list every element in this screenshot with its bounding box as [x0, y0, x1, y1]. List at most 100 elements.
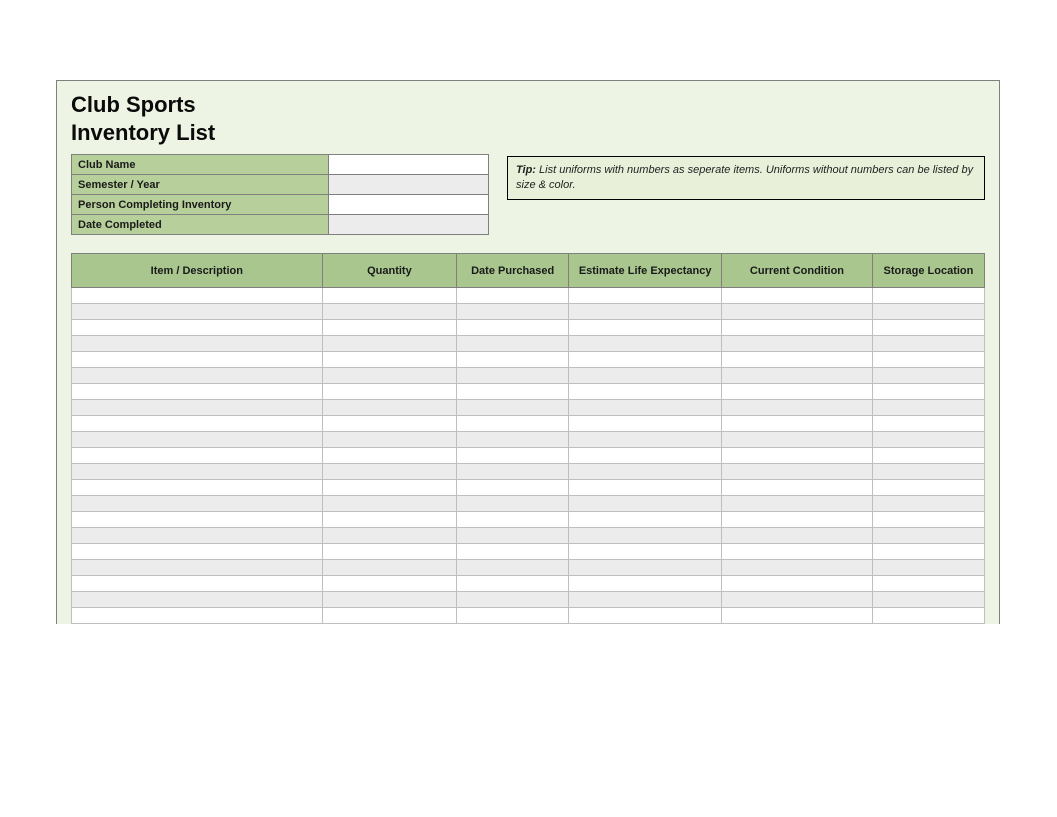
table-cell[interactable] [457, 288, 569, 304]
table-cell[interactable] [872, 432, 984, 448]
table-cell[interactable] [322, 480, 457, 496]
table-cell[interactable] [457, 528, 569, 544]
table-cell[interactable] [722, 464, 873, 480]
table-cell[interactable] [72, 288, 323, 304]
table-cell[interactable] [322, 400, 457, 416]
table-cell[interactable] [322, 576, 457, 592]
table-cell[interactable] [569, 480, 722, 496]
table-cell[interactable] [569, 496, 722, 512]
table-cell[interactable] [322, 464, 457, 480]
table-cell[interactable] [722, 544, 873, 560]
table-cell[interactable] [722, 512, 873, 528]
table-cell[interactable] [569, 336, 722, 352]
table-cell[interactable] [722, 576, 873, 592]
meta-input-person[interactable] [329, 195, 489, 215]
table-cell[interactable] [72, 368, 323, 384]
table-cell[interactable] [722, 608, 873, 624]
table-cell[interactable] [322, 528, 457, 544]
table-cell[interactable] [872, 496, 984, 512]
table-cell[interactable] [569, 560, 722, 576]
table-cell[interactable] [457, 608, 569, 624]
table-cell[interactable] [322, 368, 457, 384]
table-cell[interactable] [569, 400, 722, 416]
table-cell[interactable] [72, 576, 323, 592]
table-cell[interactable] [72, 496, 323, 512]
table-cell[interactable] [569, 352, 722, 368]
table-cell[interactable] [872, 320, 984, 336]
table-cell[interactable] [569, 304, 722, 320]
table-cell[interactable] [322, 512, 457, 528]
table-cell[interactable] [722, 432, 873, 448]
table-cell[interactable] [72, 608, 323, 624]
table-cell[interactable] [72, 480, 323, 496]
table-cell[interactable] [72, 592, 323, 608]
table-cell[interactable] [569, 384, 722, 400]
table-cell[interactable] [722, 288, 873, 304]
table-cell[interactable] [722, 560, 873, 576]
table-cell[interactable] [322, 352, 457, 368]
table-cell[interactable] [569, 416, 722, 432]
table-cell[interactable] [722, 336, 873, 352]
table-cell[interactable] [872, 288, 984, 304]
table-cell[interactable] [72, 560, 323, 576]
table-cell[interactable] [457, 304, 569, 320]
table-cell[interactable] [72, 448, 323, 464]
table-cell[interactable] [457, 512, 569, 528]
table-cell[interactable] [569, 544, 722, 560]
table-cell[interactable] [457, 432, 569, 448]
table-cell[interactable] [457, 544, 569, 560]
table-cell[interactable] [569, 464, 722, 480]
table-cell[interactable] [872, 304, 984, 320]
table-cell[interactable] [722, 320, 873, 336]
table-cell[interactable] [322, 608, 457, 624]
table-cell[interactable] [872, 512, 984, 528]
table-cell[interactable] [457, 336, 569, 352]
table-cell[interactable] [457, 400, 569, 416]
table-cell[interactable] [569, 320, 722, 336]
table-cell[interactable] [569, 288, 722, 304]
table-cell[interactable] [722, 480, 873, 496]
table-cell[interactable] [722, 592, 873, 608]
table-cell[interactable] [457, 496, 569, 512]
table-cell[interactable] [722, 368, 873, 384]
table-cell[interactable] [872, 400, 984, 416]
table-cell[interactable] [722, 400, 873, 416]
table-cell[interactable] [457, 592, 569, 608]
table-cell[interactable] [457, 384, 569, 400]
table-cell[interactable] [722, 448, 873, 464]
table-cell[interactable] [72, 336, 323, 352]
table-cell[interactable] [872, 416, 984, 432]
table-cell[interactable] [457, 464, 569, 480]
table-cell[interactable] [872, 480, 984, 496]
table-cell[interactable] [722, 352, 873, 368]
table-cell[interactable] [72, 400, 323, 416]
table-cell[interactable] [569, 512, 722, 528]
table-cell[interactable] [722, 528, 873, 544]
table-cell[interactable] [872, 528, 984, 544]
table-cell[interactable] [872, 560, 984, 576]
table-cell[interactable] [322, 416, 457, 432]
table-cell[interactable] [322, 304, 457, 320]
table-cell[interactable] [872, 336, 984, 352]
table-cell[interactable] [722, 304, 873, 320]
table-cell[interactable] [872, 592, 984, 608]
table-cell[interactable] [457, 320, 569, 336]
meta-input-club-name[interactable] [329, 155, 489, 175]
table-cell[interactable] [322, 560, 457, 576]
table-cell[interactable] [569, 592, 722, 608]
table-cell[interactable] [72, 512, 323, 528]
table-cell[interactable] [322, 448, 457, 464]
table-cell[interactable] [72, 528, 323, 544]
table-cell[interactable] [872, 464, 984, 480]
table-cell[interactable] [722, 496, 873, 512]
table-cell[interactable] [872, 544, 984, 560]
meta-input-date-completed[interactable] [329, 215, 489, 235]
table-cell[interactable] [72, 304, 323, 320]
table-cell[interactable] [569, 528, 722, 544]
table-cell[interactable] [569, 608, 722, 624]
table-cell[interactable] [72, 320, 323, 336]
table-cell[interactable] [322, 592, 457, 608]
table-cell[interactable] [872, 608, 984, 624]
table-cell[interactable] [457, 576, 569, 592]
table-cell[interactable] [872, 352, 984, 368]
